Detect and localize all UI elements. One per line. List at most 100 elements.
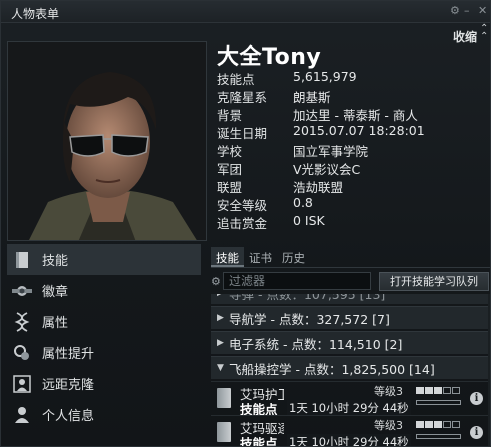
badge-icon — [12, 281, 32, 301]
skill-row[interactable]: 艾玛驱逐舰操作 技能点 1天 10小时 29分 44秒 等级3 i — [211, 415, 490, 447]
info-label: 追击赏金 — [217, 216, 268, 231]
level-pip — [452, 387, 460, 394]
info-label: 安全等级 — [217, 198, 268, 213]
info-row-skillpoints: 技能点 5,615,979 — [217, 69, 425, 87]
character-sheet-window: 人物表单 ⚙ – ✕ 收缩 ⌃ ⌃ 大全Tony 技能点 5,615,979 克… — [0, 0, 491, 447]
tab-history[interactable]: 历史 — [277, 247, 310, 267]
window-title: 人物表单 — [11, 7, 60, 21]
skill-list: ▶ 导弹 - 点数：107,595 [13] ▶ 导航学 - 点数：327,57… — [211, 294, 490, 447]
nav-item-label: 远距克隆 — [42, 378, 95, 393]
level-pip — [443, 421, 451, 428]
nav-item-label: 属性 — [42, 316, 69, 331]
nav-item-personal-info[interactable]: 个人信息 — [7, 399, 201, 430]
info-icon[interactable]: i — [470, 392, 483, 405]
info-value: 2015.07.07 18:28:01 — [293, 123, 425, 138]
implant-icon — [12, 343, 32, 363]
book-icon — [12, 250, 32, 270]
skillbook-icon — [217, 388, 231, 408]
nav-item-jump-clones[interactable]: 远距克隆 — [7, 368, 201, 399]
character-info-table: 技能点 5,615,979 克隆星系 朗基斯 背景 加达里 - 蒂泰斯 - 商人 诞生… — [217, 69, 425, 231]
expand-arrow-icon: ▶ — [217, 338, 224, 348]
skill-group-electronic-systems[interactable]: ▶ 电子系统 - 点数：114,510 [2] — [211, 331, 490, 354]
nav-item-medals[interactable]: 徽章 — [7, 275, 201, 306]
tab-divider — [211, 267, 490, 268]
skill-group-label: 飞船操控学 - 点数：1,825,500 [14] — [229, 361, 435, 377]
nav-item-skills[interactable]: 技能 — [7, 244, 201, 275]
info-label: 联盟 — [217, 180, 243, 195]
expand-arrow-icon: ▶ — [217, 313, 224, 323]
character-name: 大全Tony — [217, 45, 322, 70]
info-row-birth-date: 诞生日期 2015.07.07 18:28:01 — [217, 123, 425, 141]
tab-certificates[interactable]: 证书 — [244, 247, 277, 267]
nav-item-attributes[interactable]: 属性 — [7, 306, 201, 337]
chevron-up-double-icon[interactable]: ⌃ ⌃ — [480, 24, 488, 42]
info-row-corporation: 军团 V光影议会C — [217, 159, 425, 177]
info-row-background: 背景 加达里 - 蒂泰斯 - 商人 — [217, 105, 425, 123]
info-label: 背景 — [217, 108, 243, 123]
info-row-security-status: 安全等级 0.8 — [217, 195, 425, 213]
close-icon[interactable]: ✕ — [478, 4, 487, 17]
info-row-alliance: 联盟 浩劫联盟 — [217, 177, 425, 195]
skill-level: 等级3 — [374, 419, 403, 432]
open-training-queue-button[interactable]: 打开技能学习队列 — [379, 272, 489, 291]
title-bar[interactable]: 人物表单 ⚙ – ✕ — [1, 1, 490, 23]
info-value[interactable]: 朗基斯 — [293, 87, 331, 105]
info-icon[interactable]: i — [470, 426, 483, 439]
info-value[interactable]: V光影议会C — [293, 159, 360, 177]
skill-training-time: 1天 10小时 29分 44秒 — [287, 400, 411, 416]
info-row-school: 学校 国立军事学院 — [217, 141, 425, 159]
info-label: 军团 — [217, 162, 243, 177]
info-label: 诞生日期 — [217, 126, 268, 141]
skill-group-label: 导弹 - 点数：107,595 [13] — [229, 294, 386, 302]
skill-training-time: 1天 10小时 29分 44秒 — [287, 434, 411, 446]
level-pip — [425, 421, 433, 428]
level-pip — [434, 421, 442, 428]
level-pip — [416, 421, 424, 428]
info-row-clone-system: 克隆星系 朗基斯 — [217, 87, 425, 105]
info-value[interactable]: 国立军事学院 — [293, 141, 368, 159]
dna-icon — [12, 311, 32, 332]
skill-progress-bar — [416, 400, 461, 405]
tab-skills[interactable]: 技能 — [211, 247, 244, 267]
skill-group-label: 电子系统 - 点数：114,510 [2] — [229, 336, 403, 352]
nav-item-label: 属性提升 — [42, 347, 95, 362]
nav-item-label: 个人信息 — [42, 409, 95, 424]
skill-row[interactable]: 艾玛护卫舰操作 技能点 1天 10小时 29分 44秒 等级3 i — [211, 381, 490, 417]
minimize-icon[interactable]: – — [464, 4, 470, 17]
info-value: 5,615,979 — [293, 69, 357, 84]
nav-item-augmentations[interactable]: 属性提升 — [7, 337, 201, 368]
skill-level-pips — [416, 421, 460, 428]
person-icon — [12, 405, 32, 425]
skill-points-label: 技能点 — [240, 436, 278, 447]
settings-icon[interactable]: ⚙ — [450, 4, 460, 17]
skill-group-row[interactable]: ▶ 导弹 - 点数：107,595 [13] — [211, 294, 490, 304]
info-value[interactable]: 浩劫联盟 — [293, 177, 343, 195]
skill-group-navigation[interactable]: ▶ 导航学 - 点数：327,572 [7] — [211, 306, 490, 329]
nav-item-label: 技能 — [42, 254, 69, 269]
filter-input[interactable]: 过滤器 — [223, 272, 371, 290]
level-pip — [416, 387, 424, 394]
skill-progress-bar — [416, 434, 461, 439]
level-pip — [434, 387, 442, 394]
character-portrait[interactable] — [7, 41, 207, 241]
portrait-image — [8, 42, 206, 240]
info-label: 克隆星系 — [217, 90, 268, 105]
collapse-button[interactable]: 收缩 — [453, 28, 477, 45]
filter-settings-icon[interactable]: ⚙ — [211, 275, 221, 288]
skill-group-label: 导航学 - 点数：327,572 [7] — [229, 311, 390, 327]
collapse-arrow-icon: ▼ — [217, 363, 224, 373]
expand-arrow-icon: ▶ — [217, 294, 229, 298]
tab-bar: 技能 证书 历史 — [211, 247, 310, 267]
skill-level: 等级3 — [374, 385, 403, 398]
info-value: 加达里 - 蒂泰斯 - 商人 — [293, 108, 418, 123]
nav-item-label: 徽章 — [42, 285, 69, 300]
clone-icon — [12, 374, 32, 394]
level-pip — [425, 387, 433, 394]
info-row-bounty: 追击赏金 0 ISK — [217, 213, 425, 231]
sidebar-nav: 技能 徽章 属性 属性提升 远距克隆 个人信息 — [7, 244, 201, 430]
level-pip — [452, 421, 460, 428]
skillbook-icon — [217, 422, 231, 442]
info-label: 学校 — [217, 144, 243, 159]
info-value: 0.8 — [293, 195, 313, 210]
skill-group-spaceship-command[interactable]: ▼ 飞船操控学 - 点数：1,825,500 [14] — [211, 356, 490, 379]
